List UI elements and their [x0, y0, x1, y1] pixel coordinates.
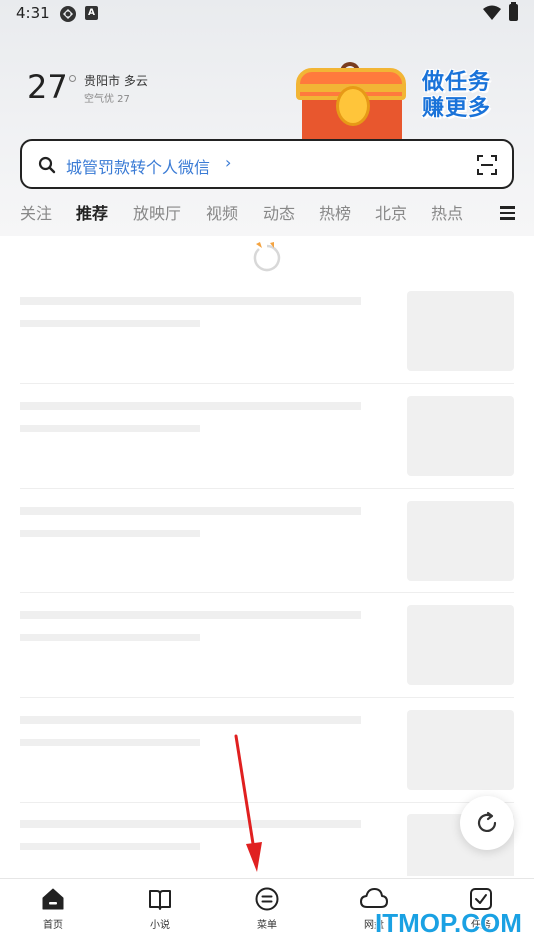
scan-icon[interactable] — [477, 155, 497, 175]
menu-icon — [255, 887, 279, 911]
tab-theater[interactable]: 放映厅 — [133, 200, 181, 224]
tab-follow[interactable]: 关注 — [20, 200, 52, 224]
search-bar[interactable]: 城管罚款转个人微信 › — [20, 139, 514, 189]
refresh-button[interactable] — [460, 796, 514, 850]
battery-icon — [509, 2, 518, 21]
status-bar: 4:31 A — [0, 0, 534, 28]
refresh-icon — [477, 811, 497, 832]
weather-temperature: 27 — [27, 68, 68, 106]
wifi-icon — [483, 5, 501, 20]
keyboard-status-icon: A — [85, 6, 98, 20]
app-status-icon — [60, 6, 76, 22]
air-quality: 空气优 27 — [84, 94, 130, 105]
tab-dynamic[interactable]: 动态 — [263, 200, 295, 224]
nav-menu[interactable]: 菜单 — [214, 879, 320, 939]
divider — [20, 592, 514, 593]
tab-hotlist[interactable]: 热榜 — [319, 200, 351, 224]
task-promo-banner[interactable]: 做任务 赚更多 — [296, 62, 512, 140]
nav-home-label: 首页 — [43, 920, 63, 931]
divider — [20, 488, 514, 489]
channel-menu-icon[interactable] — [500, 206, 515, 220]
promo-line2: 赚更多 — [422, 96, 492, 121]
tab-beijing[interactable]: 北京 — [375, 200, 407, 224]
status-time: 4:31 — [16, 4, 50, 22]
nav-home[interactable]: 首页 — [0, 879, 106, 939]
tab-recommend[interactable]: 推荐 — [76, 200, 108, 224]
degree-icon — [69, 75, 76, 82]
divider — [20, 697, 514, 698]
list-item-placeholder — [20, 605, 514, 687]
promo-line1: 做任务 — [422, 70, 492, 95]
nav-menu-label: 菜单 — [257, 920, 277, 931]
annotation-arrow-icon — [234, 734, 262, 872]
list-item-placeholder — [20, 396, 514, 478]
nav-novel-label: 小说 — [150, 920, 170, 931]
nav-novel[interactable]: 小说 — [107, 879, 213, 939]
divider — [20, 383, 514, 384]
weather-city: 贵阳市 多云 — [84, 74, 148, 88]
list-item-placeholder — [20, 291, 514, 373]
tab-video[interactable]: 视频 — [206, 200, 238, 224]
watermark-logo: ITMOP.COM — [375, 908, 522, 938]
chevron-right-icon: › — [225, 153, 232, 172]
search-suggestion[interactable]: 城管罚款转个人微信 — [66, 154, 210, 178]
search-icon — [38, 156, 56, 174]
book-icon — [149, 890, 171, 910]
promo-text: 做任务 赚更多 — [422, 70, 512, 122]
tab-hot[interactable]: 热点 — [431, 200, 463, 224]
loading-icon — [253, 242, 281, 272]
home-icon — [42, 888, 64, 910]
list-item-placeholder — [20, 501, 514, 583]
